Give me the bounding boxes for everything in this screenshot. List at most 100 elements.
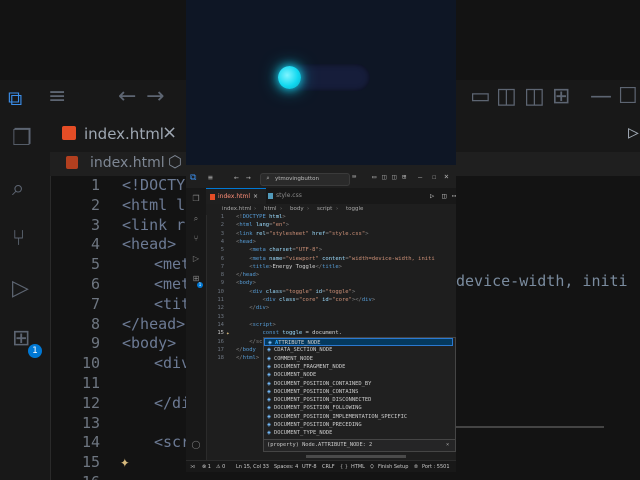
suggestion-item[interactable]: ◈ DOCUMENT_POSITION_CONTAINED_BY <box>264 380 453 388</box>
code-token: class <box>262 288 283 295</box>
code-line: <div <box>154 354 191 373</box>
error-count[interactable]: ⊗ 1 <box>202 461 211 472</box>
search-icon: ⌕ <box>266 175 270 182</box>
live-server-port[interactable]: Port : 5501 <box>422 461 450 472</box>
panel-icon[interactable]: ◫ <box>496 84 517 109</box>
search-icon[interactable]: ⌕ <box>12 176 24 201</box>
line-number: 12 <box>217 305 224 312</box>
minimize-icon[interactable]: — <box>590 84 612 109</box>
run-debug-icon[interactable]: ▷ <box>12 276 29 301</box>
code-token: link <box>239 230 253 237</box>
suggestion-text: DOCUMENT_POSITION_CONTAINS <box>274 388 359 395</box>
cursor-position[interactable]: Ln 15, Col 33 <box>236 461 269 472</box>
property-icon: ◈ <box>266 430 272 437</box>
panel-icon-2[interactable]: ◫ <box>392 173 396 181</box>
code-token: html <box>242 355 256 362</box>
close-icon[interactable]: × <box>446 440 449 451</box>
split-editor-icon[interactable]: ◫ <box>442 192 446 200</box>
close-icon[interactable]: × <box>253 189 258 205</box>
maximize-icon[interactable]: ☐ <box>618 84 638 109</box>
language-mode[interactable]: HTML <box>351 461 365 472</box>
breadcrumb-item[interactable]: script <box>317 204 332 215</box>
forward-arrow-icon[interactable]: → <box>146 84 164 109</box>
run-icon[interactable]: ▷ <box>430 192 434 200</box>
run-icon[interactable]: ▷ <box>628 122 639 143</box>
code-token: "style.css" <box>328 230 366 237</box>
layout-icon[interactable]: ▭ <box>470 84 491 109</box>
account-icon[interactable]: ◯ <box>191 440 201 450</box>
property-icon: ◈ <box>266 355 272 362</box>
menu-icon[interactable]: ≡ <box>208 173 213 182</box>
suggestion-item[interactable]: ◈ DOCUMENT_FRAGMENT_NODE <box>264 363 453 371</box>
suggestion-item[interactable]: ◈ DOCUMENT_POSITION_FOLLOWING <box>264 404 453 412</box>
close-icon[interactable]: × <box>162 122 177 143</box>
breadcrumb-item[interactable]: body <box>290 204 304 215</box>
back-arrow-icon[interactable]: ← <box>118 84 136 109</box>
code-line: </head> <box>236 272 259 278</box>
tab-style-css[interactable]: style.css <box>264 188 312 204</box>
more-actions-icon[interactable]: ⋯ <box>452 192 456 200</box>
explorer-icon[interactable]: ❐ <box>191 194 201 204</box>
indentation[interactable]: Spaces: 4 <box>274 461 298 472</box>
line-number: 14 <box>81 433 100 452</box>
sparkle-icon[interactable]: ✦ <box>226 330 230 337</box>
horizontal-scrollbar[interactable] <box>306 455 406 458</box>
maximize-icon[interactable]: ☐ <box>432 173 436 181</box>
explorer-icon[interactable]: ❐ <box>12 126 32 151</box>
suggestion-item[interactable]: ◈ DOCUMENT_POSITION_CONTAINS <box>264 388 453 396</box>
property-icon: ◈ <box>266 380 272 387</box>
tab-index-html[interactable]: index.html × <box>206 188 266 205</box>
layout-grid-icon[interactable]: ⊞ <box>552 84 570 109</box>
bg-tab-label[interactable]: index.html <box>84 125 164 143</box>
suggestion-item[interactable]: ◈ COMMENT_NODE <box>264 355 453 363</box>
toggle-core[interactable] <box>278 66 301 89</box>
encoding[interactable]: UTF-8 <box>302 461 317 472</box>
property-icon: ◈ <box>266 347 272 354</box>
panel-icon-2[interactable]: ◫ <box>524 84 545 109</box>
suggestion-item[interactable]: ◈ ATTRIBUTE_NODE <box>264 338 453 347</box>
line-number: 4 <box>90 235 100 254</box>
copilot-icon[interactable]: ⌨ <box>352 173 356 181</box>
finish-setup[interactable]: Finish Setup <box>378 461 408 472</box>
suggestion-item[interactable]: ◈ DOCUMENT_POSITION_PRECEDING <box>264 421 453 429</box>
bg-breadcrumb-file[interactable]: index.html <box>90 155 165 171</box>
search-input[interactable]: ytmovingbutton <box>275 176 319 182</box>
suggestion-text: DOCUMENT_FRAGMENT_NODE <box>274 363 346 370</box>
run-debug-icon[interactable]: ▷ <box>191 254 201 264</box>
minimize-icon[interactable]: — <box>418 173 422 181</box>
command-center-search[interactable]: ⌕ ytmovingbutton <box>260 173 350 186</box>
source-control-icon[interactable]: ⑂ <box>12 226 25 251</box>
suggestion-item[interactable]: ◈ DOCUMENT_POSITION_IMPLEMENTATION_SPECIF… <box>264 413 453 421</box>
line-number: 3 <box>90 215 100 234</box>
back-arrow-icon[interactable]: ← <box>234 173 239 182</box>
source-control-icon[interactable]: ⑂ <box>191 234 201 244</box>
suggestion-label: DOCUMENT_POSITION_PRECEDING <box>274 421 362 429</box>
suggestion-item[interactable]: ◈ DOCUMENT_TYPE_NODE <box>264 429 453 437</box>
end-of-line[interactable]: CRLF <box>322 461 335 472</box>
menu-icon[interactable]: ≡ <box>48 84 66 109</box>
suggestion-item[interactable]: ◈ CDATA_SECTION_NODE <box>264 346 453 354</box>
bg-scrollbar[interactable] <box>454 426 604 428</box>
suggestion-item[interactable]: ◈ DOCUMENT_NODE <box>264 371 453 379</box>
layout-icon[interactable]: ▭ <box>372 173 376 181</box>
code-token: "UTF-8" <box>295 247 319 254</box>
code-line: <meta charset="UTF-8"> <box>236 247 322 253</box>
layout-grid-icon[interactable]: ⊞ <box>402 173 406 181</box>
suggestion-text: DOCUMENT_POSITION_FOLLOWING <box>274 405 362 412</box>
suggestion-item[interactable]: ◈ DOCUMENT_POSITION_DISCONNECTED <box>264 396 453 404</box>
code-token: body <box>239 280 253 287</box>
panel-icon[interactable]: ◫ <box>382 173 386 181</box>
search-icon[interactable]: ⌕ <box>191 214 201 224</box>
remote-icon[interactable]: ⋊ <box>190 461 195 472</box>
warning-count[interactable]: ⚠ 0 <box>216 461 225 472</box>
breadcrumb-item[interactable]: toggle <box>346 204 363 215</box>
close-window-icon[interactable]: × <box>444 172 449 181</box>
code-token: charset <box>265 247 293 254</box>
extensions-badge: 1 <box>28 344 42 358</box>
line-number: 18 <box>217 355 224 362</box>
property-icon: ◈ <box>266 413 272 420</box>
line-number: 4 <box>220 238 224 245</box>
line-number: 7 <box>220 263 224 270</box>
forward-arrow-icon[interactable]: → <box>246 173 251 182</box>
